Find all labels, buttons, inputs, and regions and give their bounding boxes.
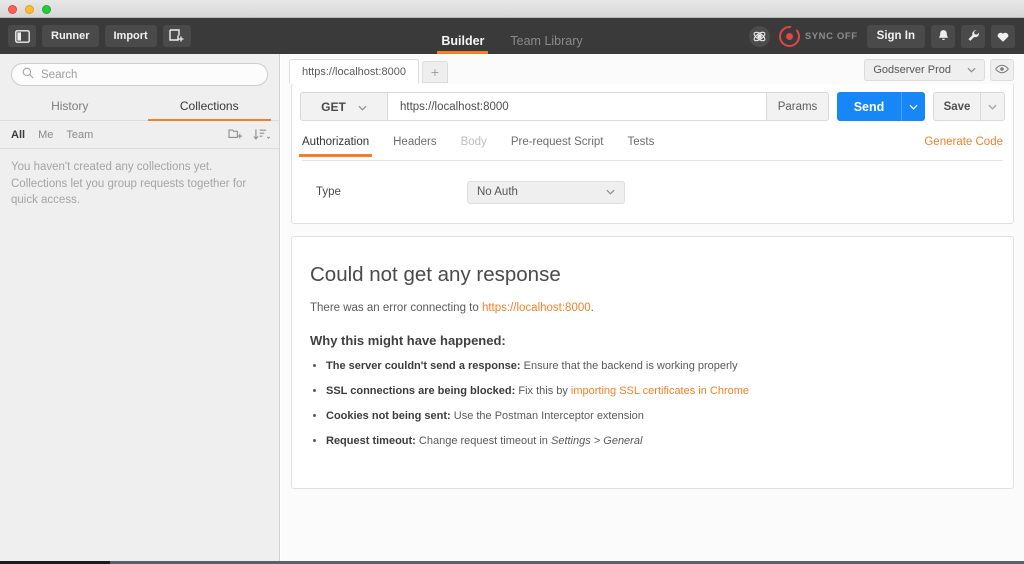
eye-icon	[995, 61, 1009, 79]
filter-me[interactable]: Me	[38, 129, 53, 141]
search-box[interactable]	[11, 63, 268, 86]
reason-text: Use the Postman Interceptor extension	[450, 409, 644, 422]
search-input[interactable]	[41, 68, 257, 81]
error-url-link[interactable]: https://localhost:8000	[482, 302, 591, 314]
window-titlebar	[0, 0, 1024, 18]
collections-empty-message: You haven't created any collections yet.…	[11, 161, 247, 207]
new-window-icon	[169, 29, 185, 43]
list-item: SSL connections are being blocked: Fix t…	[310, 384, 995, 399]
collections-filter-row: All Me Team	[0, 121, 279, 149]
header-right-toolbar: SYNC OFF Sign In	[748, 24, 1024, 48]
list-item: The server couldn't send a response: Ens…	[310, 359, 995, 374]
reason-italic: Settings > General	[550, 434, 643, 447]
reason-text: Ensure that the backend is working prope…	[520, 360, 738, 372]
chevron-down-icon	[358, 100, 367, 114]
zoom-window-button[interactable]	[42, 5, 51, 14]
sidebar-tabs: History Collections	[0, 92, 279, 121]
sidebar-tab-history[interactable]: History	[0, 92, 140, 120]
send-button[interactable]: Send	[837, 92, 901, 121]
reason-text: Fix this by	[515, 384, 571, 397]
reason-text: Change request timeout in	[415, 434, 551, 447]
request-tab-strip: https://localhost:8000 + Godserver Prod	[281, 54, 1024, 84]
auth-type-selector[interactable]: No Auth	[467, 180, 625, 204]
response-error-subtitle: There was an error connecting to https:/…	[310, 302, 995, 314]
app-header: Runner Import Builder Team Library SYNC …	[0, 18, 1024, 54]
chevron-down-icon	[606, 186, 615, 198]
save-button-group: Save	[933, 92, 1005, 121]
sub-tab-headers[interactable]: Headers	[393, 136, 436, 156]
header-left-toolbar: Runner Import	[0, 25, 191, 47]
save-button[interactable]: Save	[933, 92, 981, 121]
bell-icon[interactable]	[931, 24, 955, 48]
reason-bold: SSL connections are being blocked:	[326, 384, 516, 397]
ssl-certificates-link[interactable]: importing SSL certificates in Chrome	[571, 385, 749, 397]
sub-tab-pre-request-script[interactable]: Pre-request Script	[511, 136, 604, 156]
method-selector[interactable]: GET	[300, 92, 388, 121]
reason-bold: Request timeout:	[326, 434, 416, 447]
heart-icon[interactable]	[991, 24, 1015, 48]
response-error-reason-list: The server couldn't send a response: Ens…	[310, 359, 995, 448]
request-tab[interactable]: https://localhost:8000	[289, 59, 419, 84]
params-button[interactable]: Params	[767, 92, 829, 121]
sidebar-search-area	[0, 54, 279, 92]
main-panel: https://localhost:8000 + Godserver Prod	[281, 54, 1024, 564]
environment-selected-label: Godserver Prod	[873, 64, 951, 76]
response-error-why-heading: Why this might have happened:	[310, 333, 506, 348]
sign-in-button[interactable]: Sign In	[866, 24, 925, 48]
method-label: GET	[321, 99, 346, 114]
environment-quick-look-button[interactable]	[990, 59, 1014, 81]
request-builder-card: GET Params Send Save	[291, 83, 1014, 224]
send-options-button[interactable]	[901, 92, 925, 121]
postman-window: Runner Import Builder Team Library SYNC …	[0, 0, 1024, 564]
send-button-group: Send	[837, 92, 925, 121]
save-options-button[interactable]	[981, 92, 1005, 121]
list-item: Cookies not being sent: Use the Postman …	[310, 409, 995, 424]
auth-type-value: No Auth	[477, 186, 518, 198]
sidebar: History Collections All Me Team	[0, 54, 280, 564]
request-url-row: GET Params Send Save	[292, 84, 1013, 121]
auth-type-label: Type	[316, 186, 341, 198]
tab-team-library[interactable]: Team Library	[510, 34, 582, 54]
environment-area: Godserver Prod	[864, 59, 1024, 81]
request-sub-tabs: Authorization Headers Body Pre-request S…	[298, 131, 1003, 161]
wrench-icon[interactable]	[961, 24, 985, 48]
subtitle-prefix: There was an error connecting to	[310, 302, 482, 314]
generate-code-link[interactable]: Generate Code	[924, 136, 1003, 156]
sync-status[interactable]: SYNC OFF	[776, 25, 861, 47]
sub-tab-body[interactable]: Body	[461, 136, 487, 156]
reason-bold: The server couldn't send a response:	[326, 360, 521, 372]
traffic-lights	[8, 5, 51, 14]
filter-all[interactable]: All	[11, 129, 25, 141]
search-icon	[22, 66, 34, 84]
sync-off-icon	[778, 25, 800, 47]
reason-bold: Cookies not being sent:	[326, 409, 451, 422]
add-request-tab-button[interactable]: +	[421, 61, 448, 83]
chevron-down-icon	[967, 64, 976, 76]
subtitle-suffix: .	[590, 302, 594, 314]
sort-icon[interactable]	[253, 128, 270, 141]
runner-button[interactable]: Runner	[42, 25, 99, 47]
sub-tab-authorization[interactable]: Authorization	[298, 136, 373, 157]
filter-team[interactable]: Team	[66, 129, 93, 141]
tab-builder[interactable]: Builder	[437, 34, 489, 54]
sidebar-toggle-button[interactable]	[8, 25, 36, 47]
collections-actions	[228, 128, 270, 141]
environment-selector[interactable]: Godserver Prod	[864, 59, 985, 81]
authorization-type-row: Type No Auth	[292, 161, 1013, 223]
atom-icon[interactable]	[748, 25, 770, 47]
sidebar-panel-icon	[14, 29, 30, 43]
response-error-card: Could not get any response There was an …	[291, 236, 1014, 490]
request-url-input[interactable]	[388, 92, 767, 121]
sidebar-tab-collections[interactable]: Collections	[140, 92, 280, 121]
response-error-title: Could not get any response	[310, 263, 561, 286]
close-window-button[interactable]	[8, 5, 17, 14]
minimize-window-button[interactable]	[25, 5, 34, 14]
sync-status-label: SYNC OFF	[804, 30, 858, 42]
new-folder-icon[interactable]	[228, 128, 243, 141]
new-window-button[interactable]	[162, 25, 191, 47]
list-item: Request timeout: Change request timeout …	[310, 434, 995, 449]
import-button[interactable]: Import	[104, 25, 157, 47]
sub-tab-tests[interactable]: Tests	[628, 136, 655, 156]
